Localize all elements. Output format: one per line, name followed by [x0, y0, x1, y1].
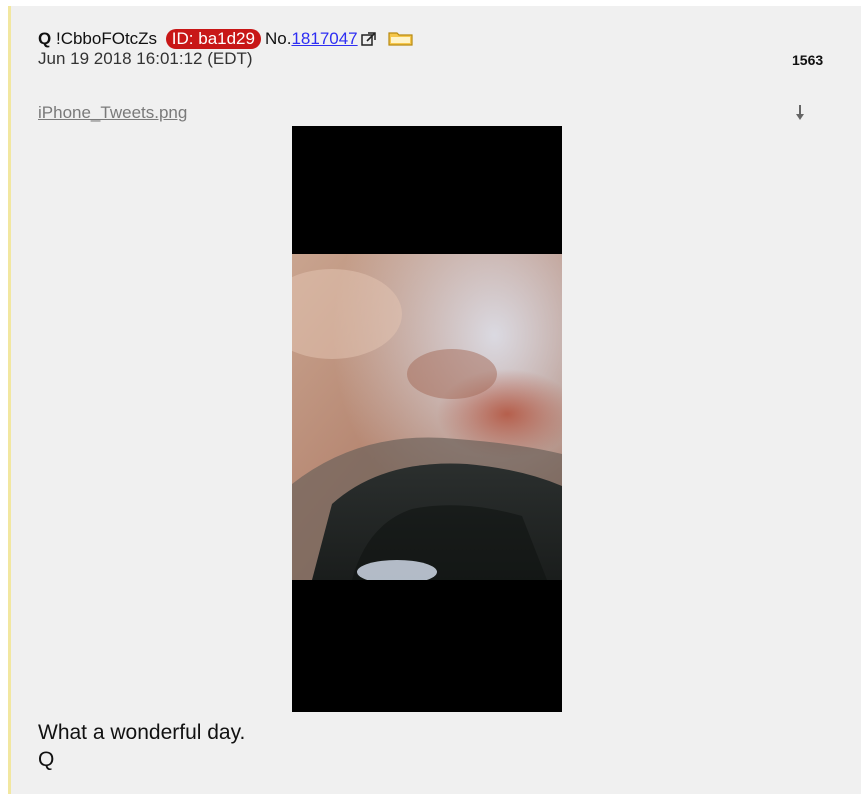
post-number-link[interactable]: 1817047 [291, 29, 357, 48]
post-container: Q !CbboFOtcZs ID: ba1d29 No.1817047 Jun 1… [8, 6, 861, 794]
poster-name: Q !CbboFOtcZs [38, 29, 162, 48]
post-date: Jun 19 2018 16:01:12 (EDT) [38, 49, 253, 68]
download-arrow-icon[interactable] [794, 102, 806, 124]
poster-name-text: Q [38, 29, 52, 48]
tripcode: !CbboFOtcZs [55, 29, 158, 48]
post-count: 1563 [792, 52, 824, 68]
post-header: Q !CbboFOtcZs ID: ba1d29 No.1817047 [38, 29, 414, 51]
post-number-label: No. [264, 29, 292, 48]
photo-content [292, 254, 562, 580]
attachment-filename-link[interactable]: iPhone_Tweets.png [38, 103, 187, 123]
attachment-image[interactable] [292, 126, 562, 712]
folder-icon[interactable] [388, 30, 414, 51]
poster-id-badge[interactable]: ID: ba1d29 [165, 29, 261, 49]
external-link-icon[interactable] [360, 31, 376, 51]
post-body: What a wonderful day. Q [38, 719, 245, 773]
post-body-line: What a wonderful day. [38, 721, 246, 744]
post-body-signature: Q [38, 748, 55, 771]
